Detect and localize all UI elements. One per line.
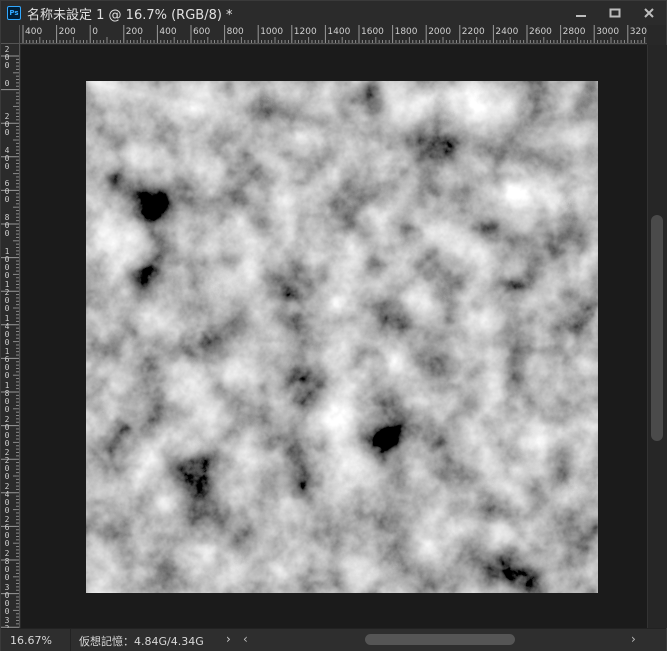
ruler-v-label: 2000 (4, 414, 10, 448)
canvas-workspace[interactable] (21, 45, 647, 628)
scroll-left-arrow-icon[interactable]: ‹ (243, 632, 248, 646)
ruler-v-label: 200 (4, 112, 10, 138)
app-badge-label: Ps (9, 8, 19, 17)
restore-icon (609, 8, 621, 18)
ruler-h-label: 600 (193, 27, 211, 37)
ruler-h-label: 1600 (361, 27, 384, 37)
ruler-v-label: 2200 (4, 448, 10, 482)
horizontal-ruler[interactable]: 400 200 0 200 400 600 800 1000 1200 1400 1600 1800 2… (20, 25, 647, 44)
close-button[interactable] (632, 1, 666, 25)
status-bar: 16.67% 仮想記憶：4.84G/4.34G › ‹ › (1, 628, 666, 651)
ruler-v-label: 800 (4, 213, 10, 238)
zoom-level-field[interactable]: 16.67% (1, 628, 71, 651)
ruler-h-label: 2400 (495, 27, 519, 37)
title-bar[interactable]: Ps 名称未設定 1 @ 16.7% (RGB/8) * (1, 1, 666, 25)
document-window: Ps 名称未設定 1 @ 16.7% (RGB/8) * 400 200 0 200 4… (0, 0, 667, 651)
ruler-h-label: 2600 (529, 27, 552, 37)
ruler-origin[interactable] (1, 25, 20, 44)
ruler-v-label: 600 (4, 179, 10, 205)
ruler-v-label: 200 (4, 45, 10, 70)
horizontal-scrollbar[interactable]: ‹ › (239, 629, 649, 651)
ruler-v-label: 1400 (4, 313, 10, 347)
document-title: 名称未設定 1 @ 16.7% (RGB/8) * (27, 7, 233, 23)
ruler-v-label: 0 (4, 78, 10, 88)
restore-button[interactable] (598, 1, 632, 25)
ruler-h-label: 2000 (428, 27, 452, 37)
horizontal-scroll-thumb[interactable] (365, 634, 515, 645)
vertical-scrollbar[interactable] (647, 45, 667, 628)
vertical-ruler[interactable]: 200 0 200 400 600 800 1000 1200 1400 1600 1800 2000… (1, 44, 20, 628)
document-canvas[interactable] (86, 81, 598, 593)
ruler-h-label: 1200 (293, 27, 317, 37)
ruler-v-label: 2400 (4, 481, 10, 515)
ruler-h-label: 400 (25, 27, 43, 37)
ruler-h-label: 2200 (461, 27, 485, 37)
ruler-h-label: 400 (159, 27, 177, 37)
minimize-button[interactable] (564, 1, 598, 25)
zoom-level: 16.67% (10, 633, 52, 647)
minimize-icon (576, 15, 586, 17)
ruler-v-label: 1800 (4, 381, 10, 414)
ruler-v-label: 1600 (4, 347, 10, 381)
ruler-v-label: 3200 (4, 616, 10, 628)
memory-info: 仮想記憶：4.84G/4.34G (79, 635, 204, 648)
ruler-h-label: 800 (226, 27, 244, 37)
ruler-h-label: 2800 (562, 27, 586, 37)
window-controls (564, 1, 666, 25)
status-menu-arrow-icon[interactable]: › (226, 632, 231, 646)
ruler-v-label: 2800 (4, 549, 10, 582)
scroll-right-arrow-icon[interactable]: › (631, 632, 636, 646)
ruler-v-label: 3000 (4, 582, 10, 616)
close-icon (644, 8, 654, 18)
ruler-h-label: 200 (58, 27, 76, 37)
ruler-h-label: 0 (92, 27, 98, 37)
clouds-texture-image (86, 81, 598, 593)
ruler-h-label: 3000 (596, 27, 620, 37)
ruler-h-label: 1800 (394, 27, 418, 37)
ruler-v-label: 1200 (4, 280, 10, 314)
ruler-h-label: 1000 (260, 27, 284, 37)
vertical-scroll-thumb[interactable] (651, 215, 663, 441)
ruler-v-label: 400 (4, 145, 10, 171)
ruler-h-label: 1400 (327, 27, 351, 37)
photoshop-logo-icon: Ps (7, 6, 21, 20)
ruler-h-label: 200 (125, 27, 143, 37)
ruler-v-label: 1000 (4, 246, 10, 280)
ruler-h-label: 3200 (629, 27, 647, 37)
ruler-v-label: 2600 (4, 515, 10, 549)
